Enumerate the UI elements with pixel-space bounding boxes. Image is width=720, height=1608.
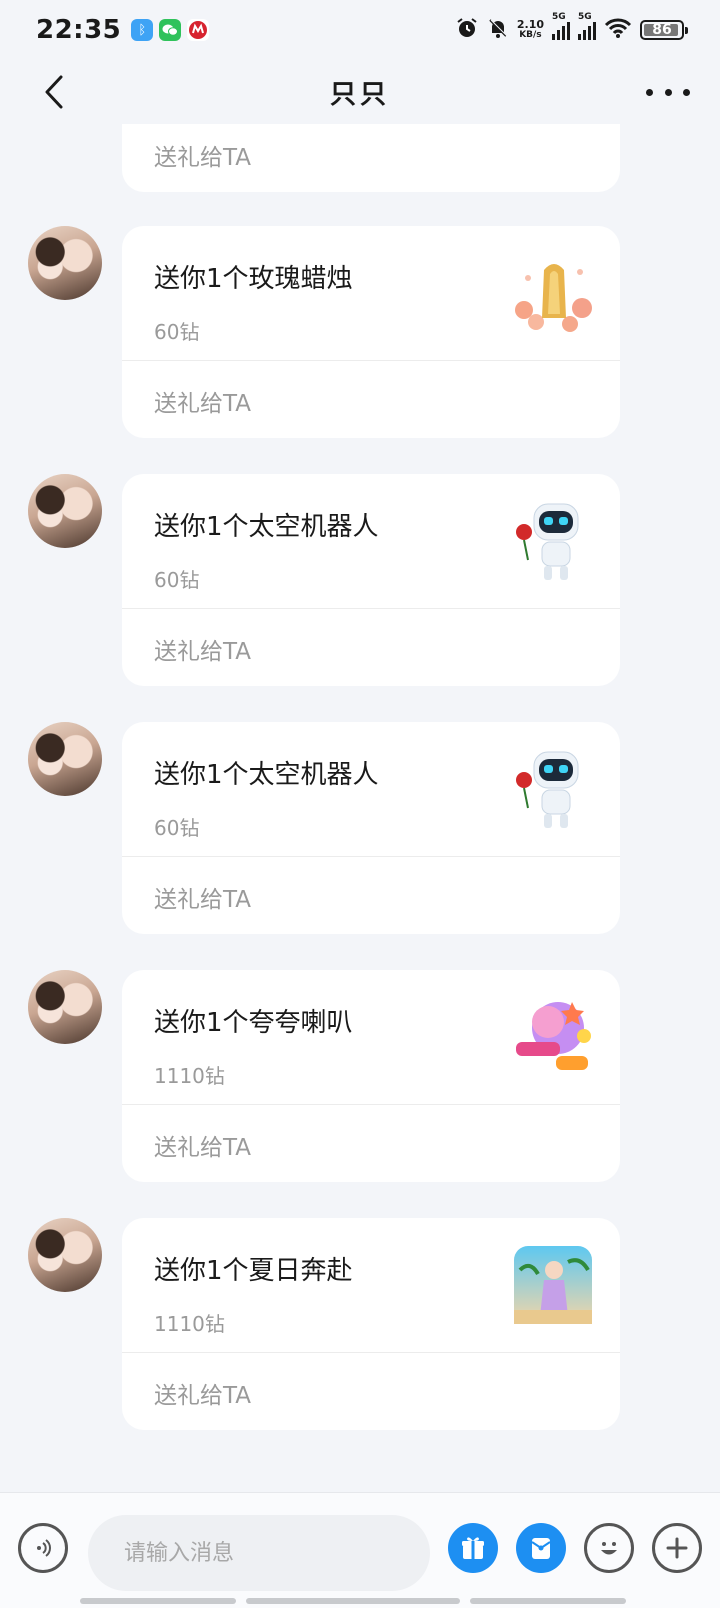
gift-price: 60钻 (154, 568, 200, 592)
wifi-icon (604, 17, 632, 43)
home-indicator (80, 1598, 236, 1604)
gift-card-partial: 送礼给TA (122, 124, 620, 192)
red-packet-button[interactable] (516, 1523, 566, 1573)
gift-card[interactable]: 送你1个太空机器人 60钻 送礼给TA (122, 474, 620, 686)
list-item: 送你1个玫瑰蜡烛 60钻 送礼给TA (0, 226, 720, 438)
divider (122, 1104, 620, 1105)
red-packet-icon (531, 1538, 551, 1559)
gift-price: 1110钻 (154, 1064, 225, 1088)
gift-price: 60钻 (154, 320, 200, 344)
status-time: 22:35 (36, 15, 122, 45)
message-input[interactable] (88, 1515, 430, 1591)
home-indicator (470, 1598, 626, 1604)
chat-header: 只只 (0, 60, 720, 124)
gift-title: 送你1个太空机器人 (154, 512, 379, 542)
send-gift-link[interactable]: 送礼给TA (154, 384, 251, 418)
battery-icon: 86 (640, 20, 688, 40)
avatar[interactable] (28, 970, 102, 1044)
space-robot-gift-icon (508, 496, 598, 586)
gift-card[interactable]: 送你1个夸夸喇叭 1110钻 送礼给TA (122, 970, 620, 1182)
more-dot-icon (664, 88, 672, 96)
gift-title: 送你1个太空机器人 (154, 760, 379, 790)
gift-title: 送你1个玫瑰蜡烛 (154, 264, 353, 294)
divider (122, 1352, 620, 1353)
summer-journey-gift-icon (508, 1240, 598, 1330)
emoji-icon (601, 1542, 617, 1555)
list-item: 送你1个太空机器人 60钻 送礼给TA (0, 474, 720, 686)
signal-icon: 5G (552, 12, 570, 40)
send-gift-link[interactable]: 送礼给TA (154, 880, 251, 914)
voice-icon (37, 1539, 51, 1557)
gift-card[interactable]: 送你1个太空机器人 60钻 送礼给TA (122, 722, 620, 934)
avatar[interactable] (28, 1218, 102, 1292)
gift-price: 1110钻 (154, 1312, 225, 1336)
send-gift-link[interactable]: 送礼给TA (154, 138, 251, 172)
signal-icon: 5G (578, 12, 596, 40)
page-title: 只只 (329, 79, 390, 110)
send-gift-link[interactable]: 送礼给TA (154, 1376, 251, 1410)
alarm-icon (455, 16, 479, 44)
list-item: 送你1个夸夸喇叭 1110钻 送礼给TA (0, 970, 720, 1182)
more-actions-button[interactable] (652, 1523, 702, 1573)
more-dot-icon (646, 88, 653, 96)
gift-icon (462, 1537, 484, 1559)
send-gift-link[interactable]: 送礼给TA (154, 632, 251, 666)
list-item: 送你1个太空机器人 60钻 送礼给TA (0, 722, 720, 934)
emoji-button[interactable] (584, 1523, 634, 1573)
space-robot-gift-icon (508, 744, 598, 834)
notification-icons: ᛒ (131, 19, 210, 41)
status-bar: 22:35 ᛒ 2.10 KB/s 5G 5G 86 (0, 0, 720, 60)
gift-price: 60钻 (154, 816, 200, 840)
home-indicator (246, 1598, 460, 1604)
china-merchants-bank-icon (187, 19, 210, 41)
list-item: 送你1个夏日奔赴 1110钻 送礼给TA (0, 1218, 720, 1430)
avatar[interactable] (28, 722, 102, 796)
gift-button[interactable] (448, 1523, 498, 1573)
avatar[interactable] (28, 474, 102, 548)
wechat-icon (159, 19, 182, 41)
divider (122, 360, 620, 361)
mute-bell-icon (487, 17, 509, 43)
more-button[interactable] (646, 76, 690, 108)
gift-card[interactable]: 送你1个玫瑰蜡烛 60钻 送礼给TA (122, 226, 620, 438)
gift-card[interactable]: 送你1个夏日奔赴 1110钻 送礼给TA (122, 1218, 620, 1430)
plus-icon (666, 1537, 688, 1559)
divider (122, 856, 620, 857)
gift-title: 送你1个夸夸喇叭 (154, 1008, 353, 1038)
gift-title: 送你1个夏日奔赴 (154, 1256, 353, 1286)
back-button[interactable] (34, 68, 74, 116)
divider (122, 608, 620, 609)
more-dot-icon (683, 88, 690, 96)
send-gift-link[interactable]: 送礼给TA (154, 1128, 251, 1162)
bluetooth-app-icon: ᛒ (131, 19, 154, 41)
voice-button[interactable] (18, 1523, 68, 1573)
avatar[interactable] (28, 226, 102, 300)
message-input-bar (0, 1492, 720, 1608)
rose-candle-gift-icon (508, 248, 598, 338)
chat-list[interactable]: 送礼给TA 送你1个玫瑰蜡烛 60钻 送礼给TA 送你1个太空机器人 60钻 送… (0, 124, 720, 1492)
praise-horn-gift-icon (508, 992, 598, 1082)
chevron-left-icon (45, 75, 63, 109)
network-speed: 2.10 KB/s (516, 18, 544, 40)
